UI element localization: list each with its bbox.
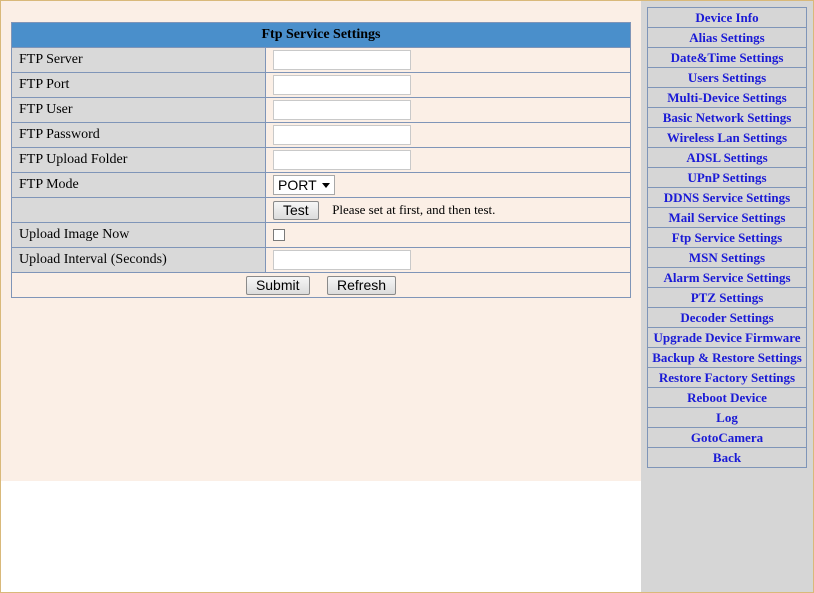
- menu-item-alarm-service-settings[interactable]: Alarm Service Settings: [647, 267, 807, 288]
- menu-item-ptz-settings[interactable]: PTZ Settings: [647, 287, 807, 308]
- ftp-server-label: FTP Server: [11, 47, 266, 73]
- upload-now-row: Upload Image Now: [11, 222, 631, 248]
- test-button[interactable]: Test: [273, 200, 319, 220]
- actions-row: Submit Refresh: [11, 272, 631, 298]
- panel-title: Ftp Service Settings: [11, 22, 631, 48]
- menu-item-reboot-device[interactable]: Reboot Device: [647, 387, 807, 408]
- menu-item-adsl-settings[interactable]: ADSL Settings: [647, 147, 807, 168]
- ftp-folder-row: FTP Upload Folder: [11, 147, 631, 173]
- ftp-folder-input[interactable]: [273, 150, 411, 170]
- menu-item-basic-network-settings[interactable]: Basic Network Settings: [647, 107, 807, 128]
- menu-item-mail-service-settings[interactable]: Mail Service Settings: [647, 207, 807, 228]
- menu-item-ftp-service-settings[interactable]: Ftp Service Settings: [647, 227, 807, 248]
- ftp-server-row: FTP Server: [11, 47, 631, 73]
- settings-menu: Device Info Alias Settings Date&Time Set…: [647, 7, 807, 468]
- ftp-user-row: FTP User: [11, 97, 631, 123]
- menu-item-datetime-settings[interactable]: Date&Time Settings: [647, 47, 807, 68]
- menu-item-log[interactable]: Log: [647, 407, 807, 428]
- ftp-port-row: FTP Port: [11, 72, 631, 98]
- ftp-mode-label: FTP Mode: [11, 172, 266, 198]
- ftp-mode-select[interactable]: PORT: [273, 175, 335, 195]
- ftp-user-input[interactable]: [273, 100, 411, 120]
- ftp-port-label: FTP Port: [11, 72, 266, 98]
- menu-item-upnp-settings[interactable]: UPnP Settings: [647, 167, 807, 188]
- menu-item-restore-factory-settings[interactable]: Restore Factory Settings: [647, 367, 807, 388]
- ftp-mode-row: FTP Mode PORT: [11, 172, 631, 198]
- ftp-password-label: FTP Password: [11, 122, 266, 148]
- ftp-port-input[interactable]: [273, 75, 411, 95]
- test-row-label: [11, 197, 266, 223]
- upload-interval-input[interactable]: [273, 250, 411, 270]
- menu-item-multi-device-settings[interactable]: Multi-Device Settings: [647, 87, 807, 108]
- menu-item-wireless-lan-settings[interactable]: Wireless Lan Settings: [647, 127, 807, 148]
- refresh-button[interactable]: Refresh: [327, 275, 397, 295]
- ftp-folder-label: FTP Upload Folder: [11, 147, 266, 173]
- ftp-password-input[interactable]: [273, 125, 411, 145]
- menu-item-gotocamera[interactable]: GotoCamera: [647, 427, 807, 448]
- upload-interval-row: Upload Interval (Seconds): [11, 247, 631, 273]
- upload-interval-label: Upload Interval (Seconds): [11, 247, 266, 273]
- upload-now-checkbox[interactable]: [273, 228, 285, 241]
- menu-item-device-info[interactable]: Device Info: [647, 7, 807, 28]
- ftp-password-row: FTP Password: [11, 122, 631, 148]
- menu-item-decoder-settings[interactable]: Decoder Settings: [647, 307, 807, 328]
- upload-now-label: Upload Image Now: [11, 222, 266, 248]
- menu-item-ddns-service-settings[interactable]: DDNS Service Settings: [647, 187, 807, 208]
- test-note: Please set at first, and then test.: [332, 202, 496, 217]
- submit-button[interactable]: Submit: [245, 275, 310, 295]
- ftp-server-input[interactable]: [273, 50, 411, 70]
- ftp-mode-value: PORT: [278, 177, 317, 193]
- menu-item-alias-settings[interactable]: Alias Settings: [647, 27, 807, 48]
- chevron-down-icon: [322, 183, 330, 188]
- menu-item-back[interactable]: Back: [647, 447, 807, 468]
- menu-item-users-settings[interactable]: Users Settings: [647, 67, 807, 88]
- menu-item-backup-restore-settings[interactable]: Backup & Restore Settings: [647, 347, 807, 368]
- menu-item-upgrade-device-firmware[interactable]: Upgrade Device Firmware: [647, 327, 807, 348]
- test-row: Test Please set at first, and then test.: [11, 197, 631, 223]
- menu-item-msn-settings[interactable]: MSN Settings: [647, 247, 807, 268]
- ftp-user-label: FTP User: [11, 97, 266, 123]
- ftp-settings-table: Ftp Service Settings FTP Server FTP Port…: [11, 22, 631, 298]
